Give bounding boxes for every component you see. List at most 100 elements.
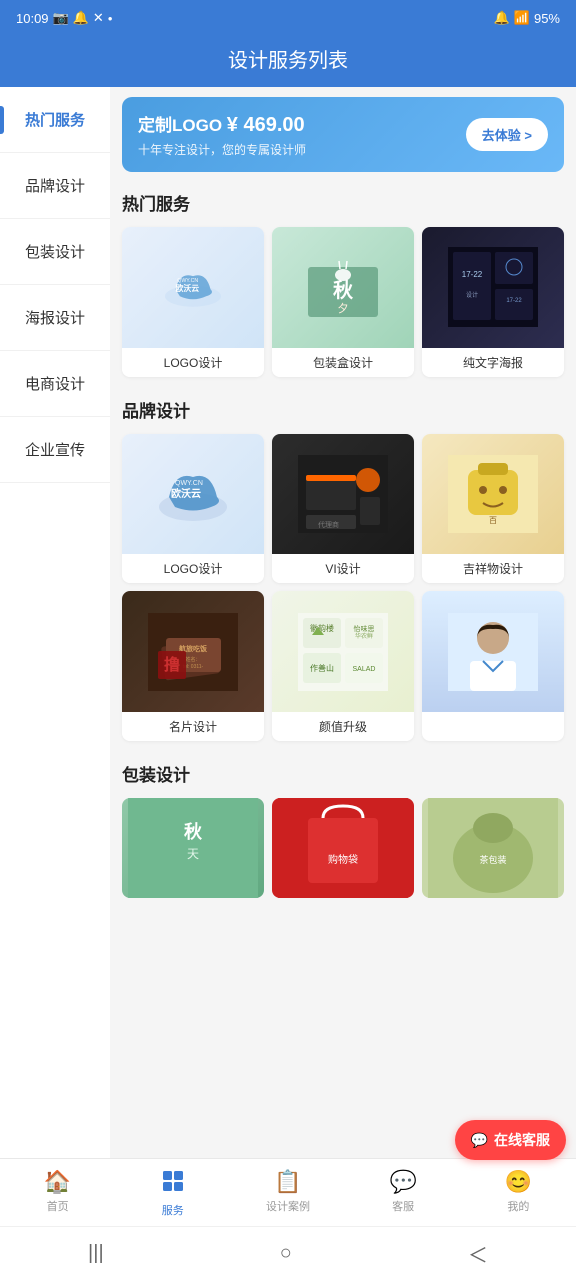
service-card-packbox[interactable]: 秋 夕 包装盒设计 (272, 227, 414, 377)
svg-text:作善山: 作善山 (310, 663, 334, 673)
svg-text:秋: 秋 (333, 279, 354, 302)
promo-banner[interactable]: 定制LOGO ¥ 469.00 十年专注设计，您的专属设计师 去体验 > (122, 97, 564, 172)
svg-text:夕: 夕 (338, 302, 349, 315)
nav-home[interactable]: 🏠 首页 (28, 1169, 88, 1218)
service-card-upgrade[interactable]: 徽韵楼 怡味思 华农鲜 作善山 SALAD (272, 591, 414, 741)
service-card-pack2[interactable]: 购物袋 (272, 798, 414, 898)
banner-info: 定制LOGO ¥ 469.00 十年专注设计，您的专属设计师 (138, 111, 306, 158)
brand-design-title: 品牌设计 (122, 397, 564, 422)
content-area: 定制LOGO ¥ 469.00 十年专注设计，您的专属设计师 去体验 > 热门服… (110, 87, 576, 1158)
bottom-navigation: 🏠 首页 服务 📋 设计案例 💬 客服 😊 我的 (0, 1158, 576, 1226)
sidebar-item-hot[interactable]: 热门服务 (0, 87, 110, 153)
svg-text:天: 天 (187, 847, 199, 861)
brand-design-grid: 欧沃云 QWY.CN LOGO设计 (122, 434, 564, 741)
phone-menu-btn[interactable]: ||| (88, 1242, 104, 1265)
main-layout: 热门服务 品牌设计 包装设计 海报设计 电商设计 企业宣传 定制LOGO ¥ 4… (0, 87, 576, 1158)
hot-services-grid: 欧沃云 QWY.CN LOGO设计 秋 夕 (122, 227, 564, 377)
service-card-upgrade-img: 徽韵楼 怡味思 华农鲜 作善山 SALAD (272, 591, 414, 712)
svg-text:欧沃云: 欧沃云 (176, 283, 200, 293)
nav-support-label: 客服 (392, 1198, 414, 1214)
service-card-vi[interactable]: 代理商 VI设计 (272, 434, 414, 584)
phone-back-btn[interactable]: ＜ (468, 1239, 488, 1268)
service-card-logo[interactable]: 欧沃云 QWY.CN LOGO设计 (122, 227, 264, 377)
svg-text:购物袋: 购物袋 (328, 853, 358, 866)
service-card-mascot-img: 百 (422, 434, 564, 555)
page-title: 设计服务列表 (228, 50, 348, 72)
hot-services-title: 热门服务 (122, 190, 564, 215)
svg-text:QWY.CN: QWY.CN (175, 480, 203, 487)
nav-mine-label: 我的 (507, 1198, 529, 1214)
service-card-packbox-label: 包装盒设计 (272, 348, 414, 377)
svg-text:百: 百 (489, 516, 497, 525)
nav-home-label: 首页 (47, 1198, 69, 1214)
svg-text:华农鲜: 华农鲜 (355, 632, 373, 640)
service-card-customer[interactable] (422, 591, 564, 741)
sidebar-item-ecom[interactable]: 电商设计 (0, 351, 110, 417)
nav-mine[interactable]: 😊 我的 (488, 1169, 548, 1218)
service-card-pack1[interactable]: 秋 天 (122, 798, 264, 898)
service-card-brand-logo-label: LOGO设计 (122, 554, 264, 583)
svg-text:怡味思: 怡味思 (354, 624, 375, 633)
service-card-poster-img: 17-22 设计 17-22 (422, 227, 564, 348)
nav-service-label: 服务 (162, 1202, 184, 1218)
svg-text:秋: 秋 (184, 821, 203, 842)
service-card-customer-img (422, 591, 564, 712)
support-icon: 💬 (389, 1169, 416, 1195)
service-card-mascot[interactable]: 百 吉祥物设计 (422, 434, 564, 584)
status-indicators: 🔔 📶 95% (494, 10, 560, 26)
package-design-title: 包装设计 (122, 761, 564, 786)
service-card-upgrade-label: 颜值升级 (272, 712, 414, 741)
svg-text:17-22: 17-22 (506, 298, 522, 304)
service-card-packbox-img: 秋 夕 (272, 227, 414, 348)
service-card-bizcard[interactable]: 航旅吃饭 姓名： tel: 0311- 撸 名片设计 (122, 591, 264, 741)
svg-text:徽韵楼: 徽韵楼 (310, 623, 334, 633)
svg-text:撸: 撸 (164, 655, 180, 674)
service-card-poster[interactable]: 17-22 设计 17-22 纯文字海报 (422, 227, 564, 377)
service-card-logo-img: 欧沃云 QWY.CN (122, 227, 264, 348)
sidebar-item-brand[interactable]: 品牌设计 (0, 153, 110, 219)
service-card-logo-label: LOGO设计 (122, 348, 264, 377)
chat-icon: 💬 (471, 1132, 488, 1149)
service-card-poster-label: 纯文字海报 (422, 348, 564, 377)
svg-text:17-22: 17-22 (462, 270, 483, 279)
sidebar-item-corp[interactable]: 企业宣传 (0, 417, 110, 483)
service-card-brand-logo[interactable]: 欧沃云 QWY.CN LOGO设计 (122, 434, 264, 584)
svg-text:设计: 设计 (466, 291, 478, 299)
page-header: 设计服务列表 (0, 36, 576, 87)
hot-services-section: 热门服务 欧沃云 QWY.CN LOGO设计 (122, 190, 564, 377)
nav-cases[interactable]: 📋 设计案例 (258, 1169, 318, 1218)
sidebar-item-package[interactable]: 包装设计 (0, 219, 110, 285)
brand-design-section: 品牌设计 欧沃云 QWY.CN LOGO设计 (122, 397, 564, 741)
sidebar: 热门服务 品牌设计 包装设计 海报设计 电商设计 企业宣传 (0, 87, 110, 1158)
svg-text:SALAD: SALAD (353, 666, 376, 673)
package-design-grid: 秋 天 购物袋 (122, 798, 564, 898)
nav-cases-label: 设计案例 (266, 1198, 310, 1214)
nav-service[interactable]: 服务 (143, 1169, 203, 1218)
mine-icon: 😊 (505, 1169, 532, 1195)
status-bar: 10:09 📷 🔔 ✕ • 🔔 📶 95% (0, 0, 576, 36)
svg-text:姓名：: 姓名： (185, 656, 200, 663)
service-card-customer-label (422, 712, 564, 724)
service-card-bizcard-img: 航旅吃饭 姓名： tel: 0311- 撸 (122, 591, 264, 712)
service-card-bizcard-label: 名片设计 (122, 712, 264, 741)
svg-text:欧沃云: 欧沃云 (171, 487, 201, 500)
svg-text:茶包装: 茶包装 (479, 854, 506, 865)
svg-text:QWY.CN: QWY.CN (177, 279, 198, 285)
online-service-button[interactable]: 💬 在线客服 (455, 1120, 566, 1160)
service-card-pack3[interactable]: 茶包装 (422, 798, 564, 898)
ouwo-logo-svg: 欧沃云 QWY.CN (158, 262, 228, 312)
service-card-brand-logo-img: 欧沃云 QWY.CN (122, 434, 264, 555)
home-icon: 🏠 (44, 1169, 71, 1195)
package-design-section: 包装设计 秋 天 购物袋 (122, 761, 564, 898)
phone-home-btn[interactable]: ○ (280, 1242, 292, 1265)
cases-icon: 📋 (274, 1169, 301, 1195)
status-time: 10:09 📷 🔔 ✕ • (16, 10, 112, 26)
sidebar-item-poster[interactable]: 海报设计 (0, 285, 110, 351)
phone-nav-bar: ||| ○ ＜ (0, 1226, 576, 1280)
banner-cta-button[interactable]: 去体验 > (466, 118, 548, 151)
svg-text:代理商: 代理商 (318, 520, 339, 529)
service-card-vi-img: 代理商 (272, 434, 414, 555)
service-card-mascot-label: 吉祥物设计 (422, 554, 564, 583)
nav-support[interactable]: 💬 客服 (373, 1169, 433, 1218)
service-icon (161, 1169, 185, 1199)
